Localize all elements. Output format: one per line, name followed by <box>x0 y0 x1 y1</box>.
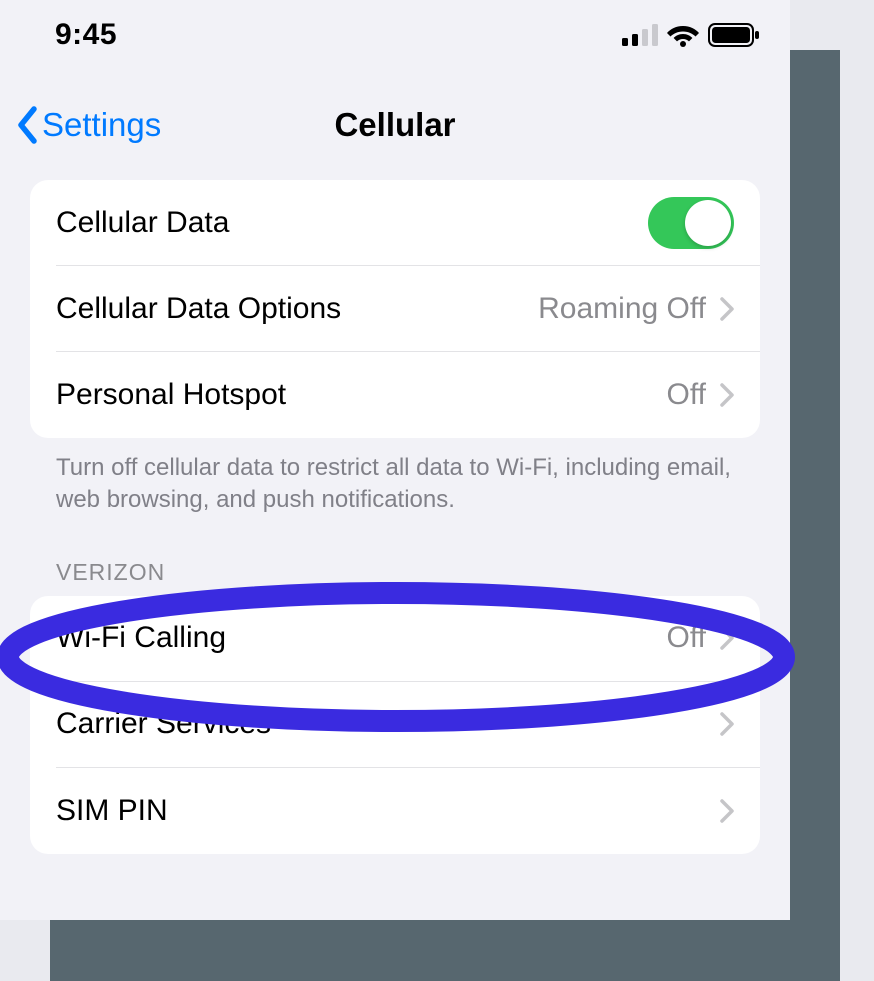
carrier-group: Wi-Fi Calling Off Carrier Services SIM P… <box>30 596 760 854</box>
cellular-group-footer: Turn off cellular data to restrict all d… <box>30 438 760 517</box>
chevron-right-icon <box>720 297 734 321</box>
cellular-data-options-label: Cellular Data Options <box>56 292 538 326</box>
cellular-group: Cellular Data Cellular Data Options Roam… <box>30 180 760 438</box>
cellular-data-options-value: Roaming Off <box>538 292 706 326</box>
toggle-knob <box>685 200 731 246</box>
wifi-calling-label: Wi-Fi Calling <box>56 621 667 655</box>
cellular-data-label: Cellular Data <box>56 206 648 240</box>
wifi-calling-row[interactable]: Wi-Fi Calling Off <box>56 596 760 682</box>
settings-content: Cellular Data Cellular Data Options Roam… <box>0 180 790 854</box>
back-label: Settings <box>42 106 161 144</box>
personal-hotspot-label: Personal Hotspot <box>56 378 667 412</box>
carrier-services-row[interactable]: Carrier Services <box>56 682 760 768</box>
chevron-right-icon <box>720 712 734 736</box>
status-time: 9:45 <box>55 18 117 52</box>
battery-icon <box>708 23 760 47</box>
chevron-right-icon <box>720 799 734 823</box>
back-button[interactable]: Settings <box>0 106 161 144</box>
personal-hotspot-row[interactable]: Personal Hotspot Off <box>56 352 760 438</box>
phone-screen: 9:45 <box>0 0 790 920</box>
chevron-left-icon <box>16 106 38 144</box>
status-icons <box>622 23 760 47</box>
carrier-services-label: Carrier Services <box>56 707 706 741</box>
sim-pin-row[interactable]: SIM PIN <box>56 768 760 854</box>
status-bar: 9:45 <box>0 0 790 70</box>
navigation-header: Settings Cellular <box>0 70 790 180</box>
cellular-signal-icon <box>622 24 658 46</box>
chevron-right-icon <box>720 626 734 650</box>
carrier-section-header: VERIZON <box>30 517 760 596</box>
cellular-data-row[interactable]: Cellular Data <box>56 180 760 266</box>
sim-pin-label: SIM PIN <box>56 794 706 828</box>
personal-hotspot-value: Off <box>667 378 706 412</box>
chevron-right-icon <box>720 383 734 407</box>
wifi-icon <box>666 23 700 47</box>
cellular-data-options-row[interactable]: Cellular Data Options Roaming Off <box>56 266 760 352</box>
cellular-data-toggle[interactable] <box>648 197 734 249</box>
wifi-calling-value: Off <box>667 621 706 655</box>
